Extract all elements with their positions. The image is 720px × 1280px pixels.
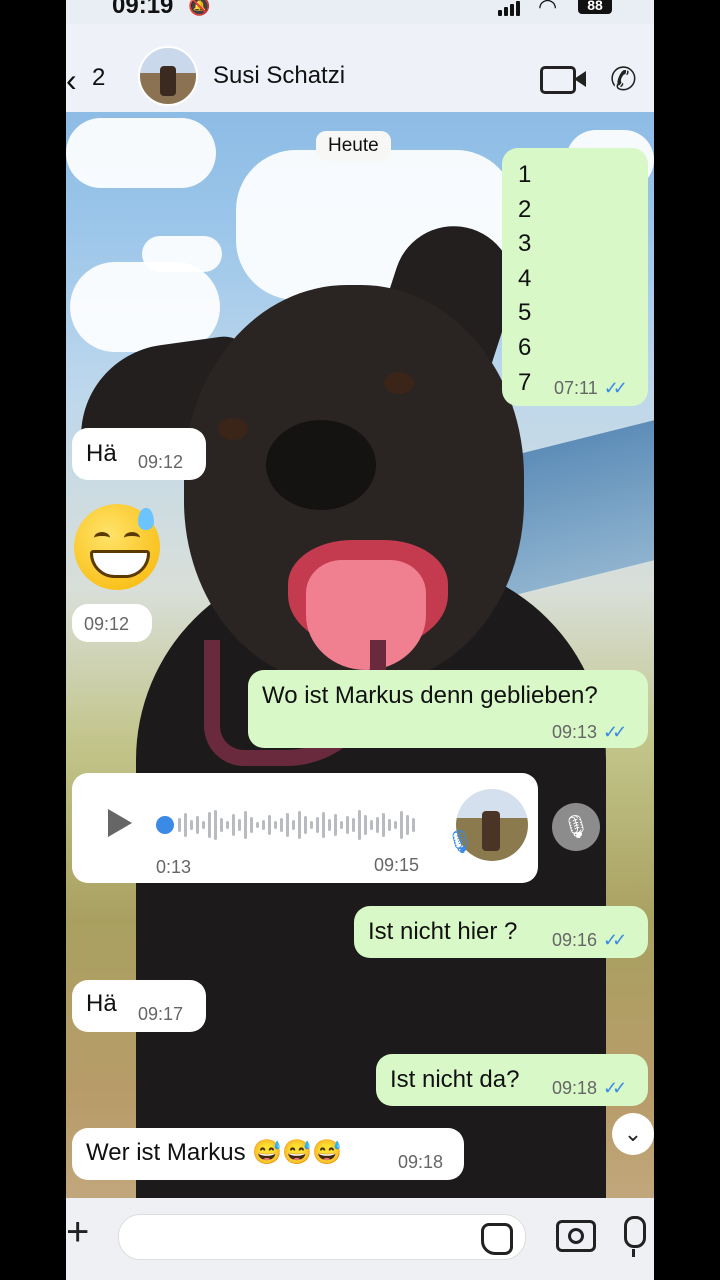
date-chip: Heute bbox=[316, 131, 391, 161]
message-meta: 09:18 ✓✓ bbox=[552, 1078, 627, 1099]
list-item: 3 bbox=[518, 230, 532, 258]
voice-message[interactable]: 0:13 09:15 🎙 bbox=[72, 773, 538, 883]
battery-icon: 88 bbox=[578, 0, 612, 14]
message-time: 09:15 bbox=[374, 855, 420, 875]
contact-name[interactable]: Susi Schatzi bbox=[213, 62, 345, 90]
message-time: 09:18 bbox=[552, 1078, 598, 1098]
list-item: 1 bbox=[518, 161, 532, 188]
chat-header: ‹ 2 Susi Schatzi ✆ bbox=[66, 24, 654, 112]
chat-screen: 09:19 🔕 ◠ 88 ‹ 2 Susi Schatzi ✆ Heute 1 … bbox=[66, 0, 654, 1280]
message-time: 07:11 bbox=[554, 378, 598, 398]
list-item: 4 bbox=[518, 264, 532, 292]
back-chevron-icon[interactable]: ‹ bbox=[66, 62, 77, 99]
message-time: 09:12 bbox=[84, 614, 130, 634]
chevron-down-icon[interactable]: ⌄ bbox=[612, 1113, 654, 1155]
message-time: 09:13 bbox=[552, 722, 598, 742]
message-outgoing[interactable]: Wo ist Markus denn geblieben? 09:13 ✓✓ bbox=[248, 670, 648, 748]
grinning-sweat-emoji-icon[interactable] bbox=[74, 504, 160, 590]
plus-icon[interactable]: + bbox=[66, 1210, 89, 1255]
message-time: 09:16 bbox=[552, 930, 598, 950]
composer-bar: + bbox=[66, 1198, 654, 1280]
number-list: 1 2 3 4 5 6 7 bbox=[518, 158, 531, 400]
message-text: Hä bbox=[86, 990, 117, 1017]
read-ticks-icon: ✓✓ bbox=[603, 378, 628, 398]
read-ticks-icon: ✓✓ bbox=[603, 930, 627, 950]
sticker-icon[interactable] bbox=[481, 1223, 513, 1255]
camera-icon[interactable] bbox=[556, 1220, 596, 1252]
contact-avatar[interactable] bbox=[138, 46, 198, 106]
message-outgoing[interactable]: Ist nicht hier ? 09:16 ✓✓ bbox=[354, 906, 648, 958]
phone-icon[interactable]: ✆ bbox=[610, 60, 637, 98]
unread-count[interactable]: 2 bbox=[92, 64, 105, 92]
list-item: 2 bbox=[518, 195, 532, 223]
message-outgoing[interactable]: Ist nicht da? 09:18 ✓✓ bbox=[376, 1054, 648, 1106]
voice-duration: 0:13 bbox=[156, 857, 192, 877]
message-time: 09:18 bbox=[398, 1152, 444, 1172]
list-item: 6 bbox=[518, 333, 532, 361]
message-text: Ist nicht hier ? bbox=[368, 918, 518, 945]
message-text: Wo ist Markus denn geblieben? bbox=[262, 682, 598, 709]
message-time: 09:12 bbox=[138, 452, 184, 472]
waveform[interactable] bbox=[178, 807, 418, 843]
status-bar: 09:19 🔕 ◠ 88 bbox=[66, 0, 654, 24]
message-outgoing[interactable]: 1 2 3 4 5 6 7 07:11 ✓✓ bbox=[502, 148, 648, 406]
message-input[interactable] bbox=[118, 1214, 526, 1260]
mic-icon[interactable] bbox=[624, 1216, 646, 1257]
message-text: Ist nicht da? bbox=[390, 1066, 520, 1093]
read-ticks-icon: ✓✓ bbox=[603, 722, 627, 742]
message-time-chip: 09:12 bbox=[72, 604, 152, 642]
message-time: 09:17 bbox=[138, 1004, 184, 1024]
message-incoming[interactable]: Hä 09:12 bbox=[72, 428, 206, 480]
forward-mic-icon[interactable]: 🎙 bbox=[552, 803, 600, 851]
list-item: 7 bbox=[518, 368, 532, 396]
video-call-icon[interactable] bbox=[540, 66, 576, 94]
play-icon[interactable] bbox=[108, 809, 132, 837]
message-text: Hä bbox=[86, 440, 117, 467]
silent-bell-icon: 🔕 bbox=[188, 0, 211, 16]
message-meta: 09:16 ✓✓ bbox=[552, 930, 627, 951]
message-meta: 09:13 ✓✓ bbox=[552, 722, 627, 743]
status-time: 09:19 bbox=[112, 0, 174, 19]
message-text: Wer ist Markus 😅😅😅 bbox=[86, 1139, 342, 1166]
read-ticks-icon: ✓✓ bbox=[603, 1078, 627, 1098]
wifi-icon: ◠ bbox=[538, 0, 558, 19]
message-incoming[interactable]: Wer ist Markus 😅😅😅 09:18 bbox=[72, 1128, 464, 1180]
list-item: 5 bbox=[518, 299, 532, 327]
message-meta: 07:11 ✓✓ bbox=[554, 378, 628, 399]
mic-icon: 🎙 bbox=[446, 829, 474, 854]
playback-slider-knob[interactable] bbox=[156, 816, 174, 834]
signal-icon bbox=[498, 0, 522, 16]
message-incoming[interactable]: Hä 09:17 bbox=[72, 980, 206, 1032]
